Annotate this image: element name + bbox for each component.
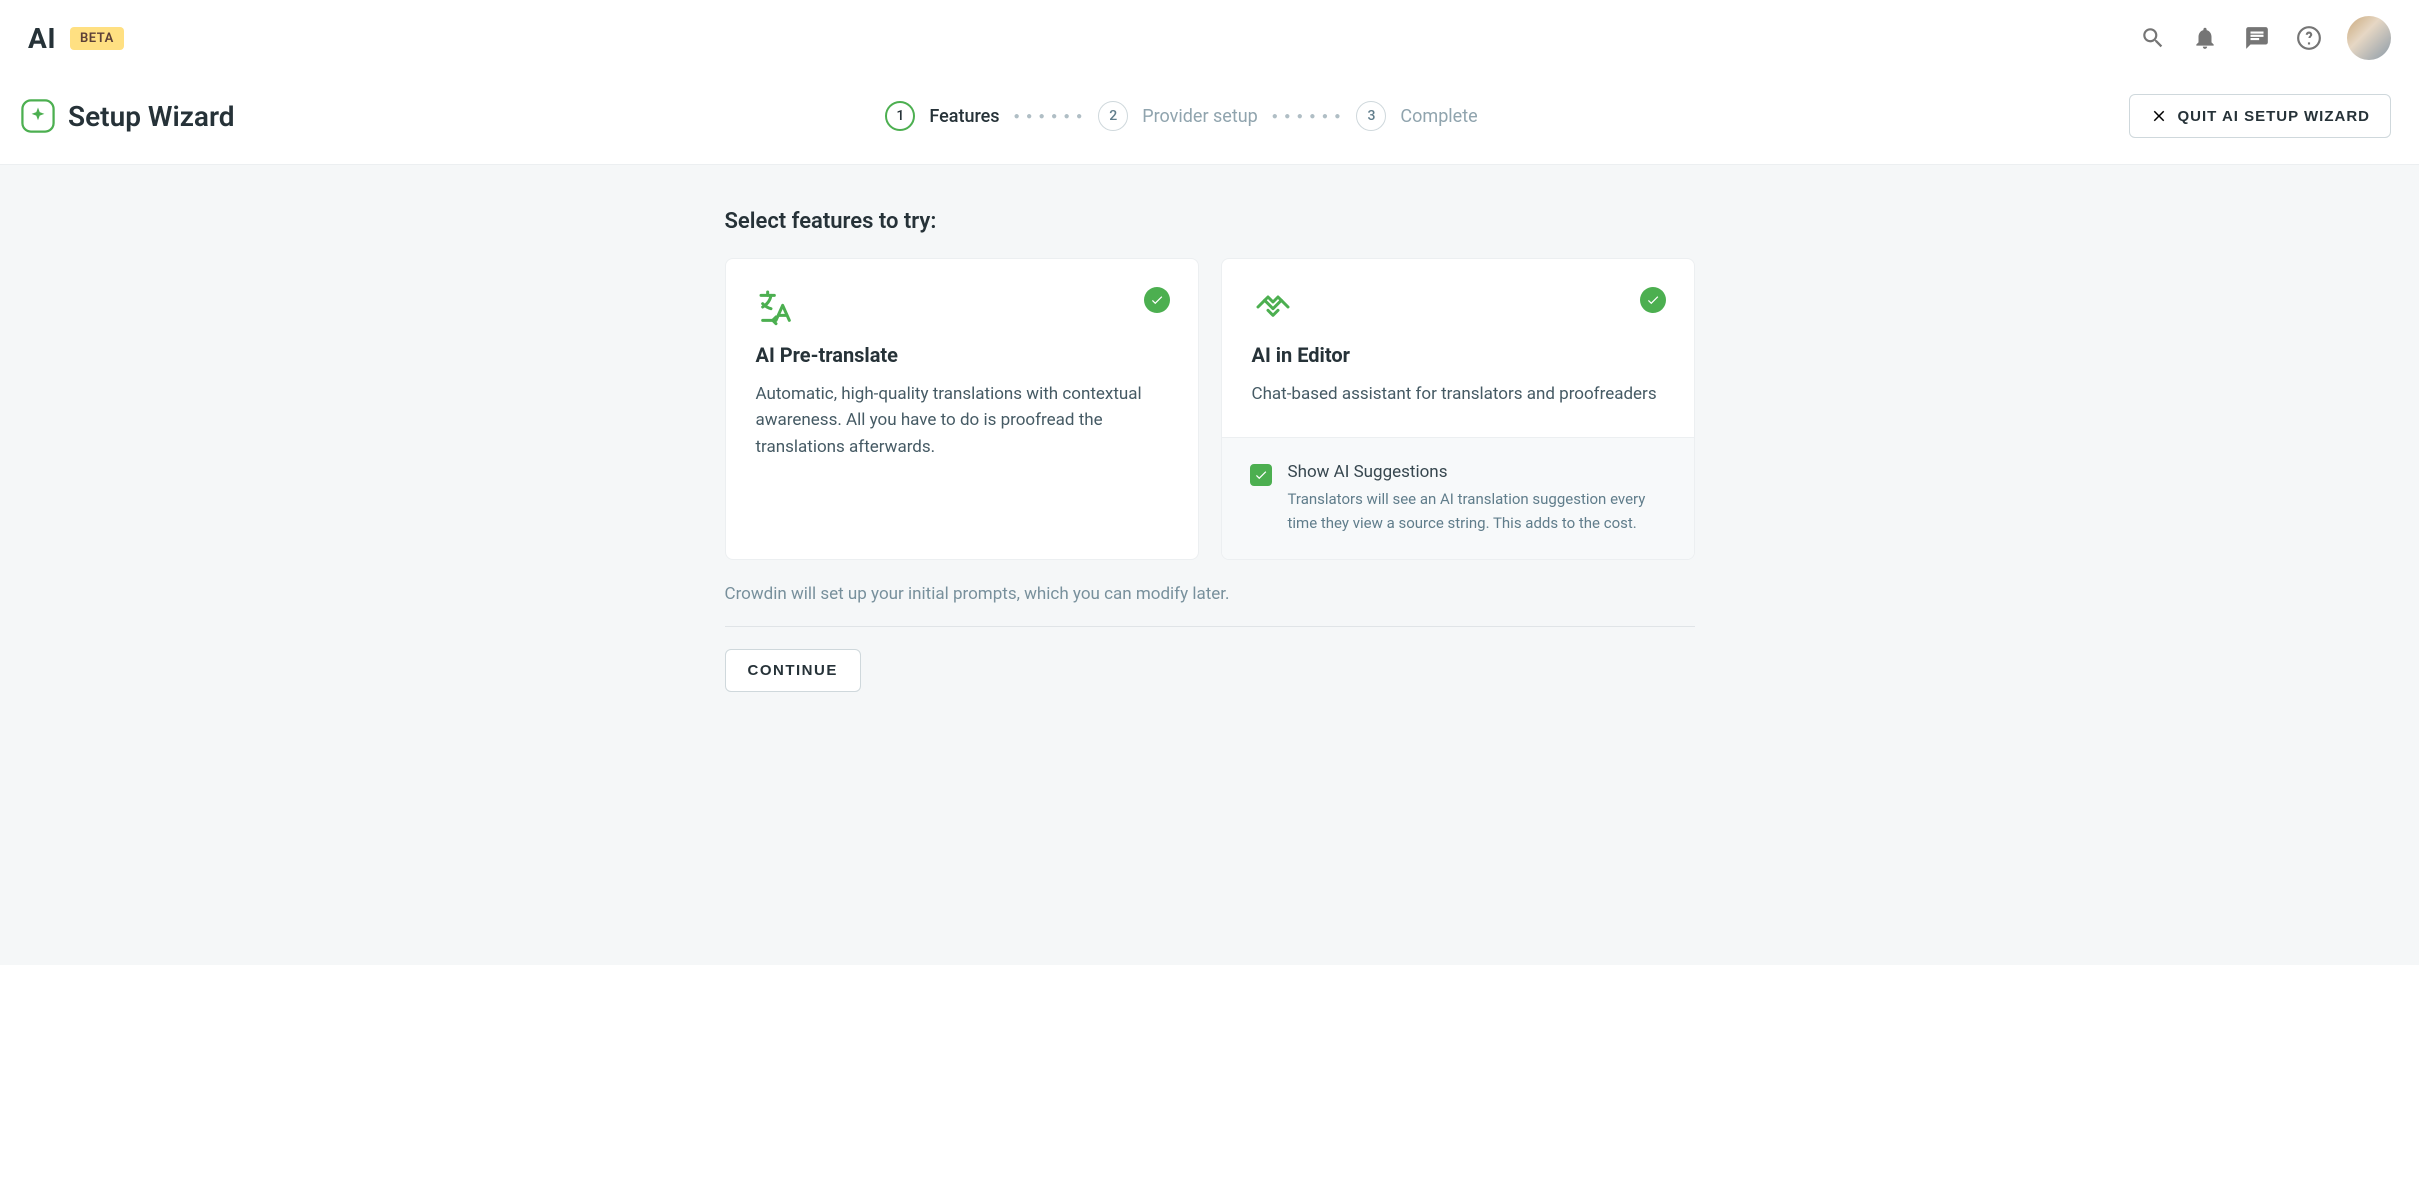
section-heading: Select features to try: (725, 209, 1695, 234)
feature-cards: AI Pre-translate Automatic, high-quality… (725, 258, 1695, 560)
quit-wizard-button[interactable]: QUIT AI SETUP WIZARD (2129, 94, 2392, 138)
selected-check-icon (1144, 287, 1170, 313)
handshake-icon (1252, 287, 1664, 327)
wizard-bar: Setup Wizard 1 Features ● ● ● ● ● ● 2 Pr… (0, 76, 2419, 165)
step-separator: ● ● ● ● ● ● (1014, 111, 1085, 122)
selected-check-icon (1640, 287, 1666, 313)
chat-icon[interactable] (2243, 24, 2271, 52)
card-ai-pre-translate[interactable]: AI Pre-translate Automatic, high-quality… (725, 258, 1199, 560)
step-provider-setup[interactable]: 2 Provider setup (1098, 101, 1258, 131)
sub-option-title: Show AI Suggestions (1288, 462, 1666, 482)
content-area: Select features to try: AI Pre-translat (0, 165, 2419, 965)
step-number: 1 (885, 101, 915, 131)
wizard-title: Setup Wizard (68, 100, 235, 133)
step-label: Complete (1400, 106, 1477, 127)
avatar[interactable] (2347, 16, 2391, 60)
help-icon[interactable] (2295, 24, 2323, 52)
app-label: AI (28, 22, 56, 55)
step-number: 2 (1098, 101, 1128, 131)
translate-icon (756, 287, 1168, 327)
close-icon (2150, 107, 2168, 125)
top-bar: AI BETA (0, 0, 2419, 76)
step-separator: ● ● ● ● ● ● (1272, 111, 1343, 122)
quit-wizard-label: QUIT AI SETUP WIZARD (2178, 108, 2371, 125)
top-right (2139, 16, 2391, 60)
card-title: AI in Editor (1252, 343, 1664, 367)
card-ai-in-editor[interactable]: AI in Editor Chat-based assistant for tr… (1221, 258, 1695, 560)
step-complete[interactable]: 3 Complete (1356, 101, 1477, 131)
card-title: AI Pre-translate (756, 343, 1168, 367)
continue-button[interactable]: CONTINUE (725, 649, 861, 692)
show-ai-suggestions-checkbox[interactable] (1250, 464, 1272, 486)
notifications-icon[interactable] (2191, 24, 2219, 52)
sub-option-description: Translators will see an AI translation s… (1288, 488, 1666, 535)
step-features[interactable]: 1 Features (885, 101, 999, 131)
step-label: Features (929, 106, 999, 127)
wizard-steps: 1 Features ● ● ● ● ● ● 2 Provider setup … (885, 101, 1477, 131)
card-sub-option: Show AI Suggestions Translators will see… (1222, 437, 1694, 559)
wizard-left: Setup Wizard (20, 98, 235, 134)
card-description: Automatic, high-quality translations wit… (756, 381, 1168, 460)
top-left: AI BETA (28, 22, 124, 55)
hint-text: Crowdin will set up your initial prompts… (725, 584, 1695, 604)
wizard-sparkle-icon (20, 98, 56, 134)
card-description: Chat-based assistant for translators and… (1252, 381, 1664, 407)
step-number: 3 (1356, 101, 1386, 131)
beta-badge: BETA (70, 27, 124, 50)
divider (725, 626, 1695, 627)
search-icon[interactable] (2139, 24, 2167, 52)
step-label: Provider setup (1142, 106, 1258, 127)
